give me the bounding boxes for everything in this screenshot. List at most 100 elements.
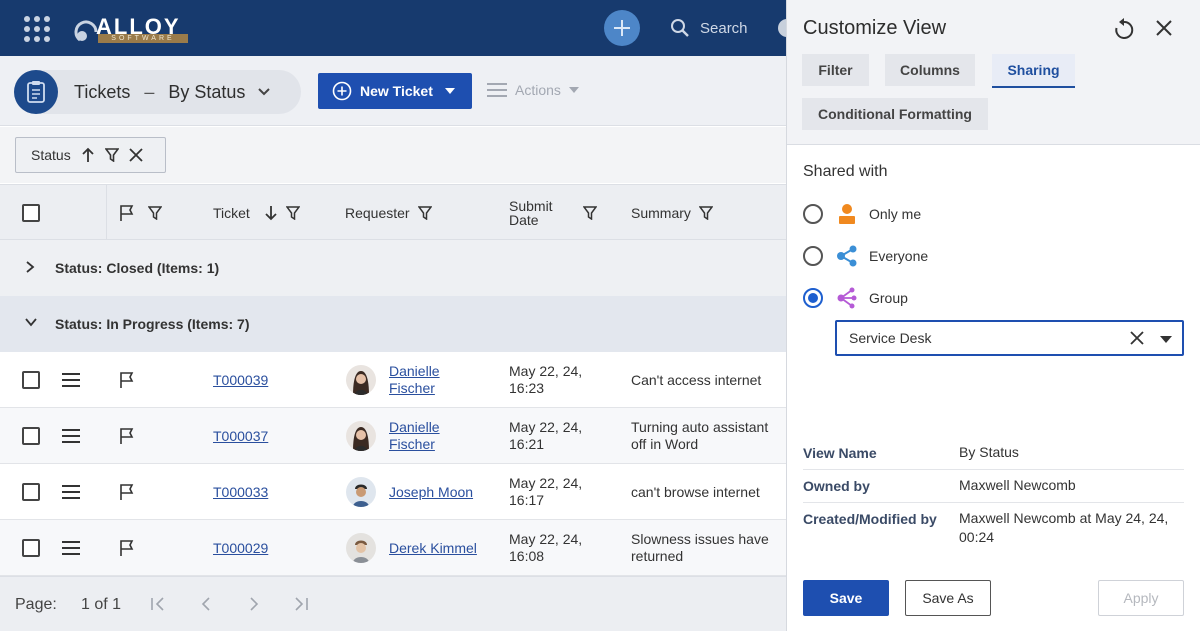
flag-icon[interactable] [118, 483, 136, 501]
sort-ascending-icon[interactable] [81, 147, 95, 163]
requester-link[interactable]: Joseph Moon [389, 484, 473, 500]
group-select[interactable]: Service Desk [835, 320, 1184, 356]
summary-text: Slowness issues have returned [631, 531, 769, 564]
chip-label: Status [31, 147, 71, 163]
requester-link[interactable]: Danielle Fischer [389, 419, 440, 453]
column-submit-date[interactable]: Submit Date [509, 199, 553, 227]
reset-icon[interactable] [1114, 18, 1134, 40]
info-owned-by: Owned by Maxwell Newcomb [803, 470, 1184, 503]
tab-sharing[interactable]: Sharing [992, 54, 1075, 88]
table-row[interactable]: T000029 Derek Kimmel May 22, 24, 16:08 Sl… [0, 520, 790, 576]
menu-icon [487, 83, 507, 97]
group-label: Status: In Progress (Items: 7) [55, 316, 250, 332]
view-selector[interactable]: Tickets – By Status [14, 70, 301, 114]
column-requester[interactable]: Requester [345, 205, 410, 221]
apps-grid-icon[interactable] [24, 16, 50, 42]
tab-filter[interactable]: Filter [802, 54, 869, 86]
chevron-down-icon [258, 88, 271, 96]
drag-handle-icon[interactable] [61, 485, 81, 499]
group-label: Status: Closed (Items: 1) [55, 260, 220, 276]
option-group[interactable]: Group [803, 284, 908, 312]
filter-icon[interactable] [417, 206, 432, 220]
caret-down-icon [444, 88, 455, 94]
column-ticket[interactable]: Ticket [213, 205, 250, 221]
row-checkbox[interactable] [22, 427, 40, 445]
flag-icon[interactable] [118, 427, 136, 445]
customize-view-panel: Customize View Filter Columns Sharing Co… [786, 0, 1200, 631]
requester-link[interactable]: Danielle Fischer [389, 363, 440, 397]
filter-icon[interactable] [148, 206, 162, 220]
tab-conditional-formatting[interactable]: Conditional Formatting [802, 98, 988, 130]
grid-header: Ticket Requester Submit Date Summary [0, 184, 790, 241]
table-row[interactable]: T000039 Danielle Fischer May 22, 24, 16:23… [0, 352, 790, 408]
requester-link[interactable]: Derek Kimmel [389, 540, 477, 556]
page-title: Tickets [74, 81, 131, 102]
first-page-icon[interactable] [150, 597, 166, 611]
table-row[interactable]: T000033 Joseph Moon May 22, 24, 16:17 can… [0, 464, 790, 520]
save-button[interactable]: Save [803, 580, 889, 616]
group-row-in-progress[interactable]: Status: In Progress (Items: 7) [0, 296, 790, 352]
drag-handle-icon[interactable] [61, 429, 81, 443]
row-checkbox[interactable] [22, 483, 40, 501]
ticket-link[interactable]: T000033 [213, 484, 268, 500]
option-only-me[interactable]: Only me [803, 200, 921, 228]
new-ticket-label: New Ticket [360, 83, 433, 99]
quick-add-button[interactable] [604, 10, 640, 46]
avatar [346, 365, 376, 395]
drag-handle-icon[interactable] [61, 541, 81, 555]
panel-title: Customize View [803, 17, 947, 39]
option-label: Everyone [869, 248, 929, 264]
filter-icon[interactable] [582, 206, 597, 220]
shared-with-label: Shared with [803, 163, 888, 180]
avatar [346, 533, 376, 563]
flag-icon[interactable] [118, 371, 136, 389]
search-button[interactable]: Search [670, 18, 748, 38]
caret-down-icon[interactable] [1160, 336, 1172, 343]
row-checkbox[interactable] [22, 371, 40, 389]
actions-menu[interactable]: Actions [487, 82, 579, 98]
status-group-chip[interactable]: Status [15, 137, 166, 173]
column-summary[interactable]: Summary [631, 205, 691, 221]
close-icon[interactable] [129, 148, 143, 162]
summary-text: Turning auto assistant off in Word [631, 419, 769, 452]
drag-handle-icon[interactable] [61, 373, 81, 387]
filter-icon[interactable] [104, 148, 119, 162]
search-icon [671, 19, 689, 37]
clear-icon[interactable] [1130, 331, 1144, 345]
flag-icon[interactable] [118, 539, 136, 557]
group-row-closed[interactable]: Status: Closed (Items: 1) [0, 240, 790, 296]
filter-icon[interactable] [698, 206, 713, 220]
apply-button[interactable]: Apply [1098, 580, 1184, 616]
group-select-value: Service Desk [849, 330, 932, 346]
share-icon [835, 244, 859, 268]
new-ticket-button[interactable]: New Ticket [318, 73, 472, 109]
last-page-icon[interactable] [293, 597, 309, 611]
info-value: Maxwell Newcomb [959, 477, 1076, 493]
row-checkbox[interactable] [22, 539, 40, 557]
radio-everyone[interactable] [803, 246, 823, 266]
table-row[interactable]: T000037 Danielle Fischer May 22, 24, 16:21… [0, 408, 790, 464]
tab-columns[interactable]: Columns [885, 54, 975, 86]
person-icon [835, 202, 859, 226]
select-all-checkbox[interactable] [22, 185, 40, 241]
page-header: Tickets – By Status New Ticket Actions [0, 56, 790, 126]
option-everyone[interactable]: Everyone [803, 242, 928, 270]
next-page-icon[interactable] [248, 597, 260, 611]
logo-subtext: SOFTWARE [98, 34, 188, 43]
save-as-button[interactable]: Save As [905, 580, 991, 616]
ticket-link[interactable]: T000039 [213, 372, 268, 388]
submit-date: May 22, 24, 16:23 [509, 363, 583, 396]
radio-group[interactable] [803, 288, 823, 308]
pager-label: Page: [15, 596, 57, 613]
info-key: View Name [803, 445, 877, 461]
filter-icon[interactable] [285, 206, 300, 220]
prev-page-icon[interactable] [200, 597, 212, 611]
search-label: Search [700, 19, 748, 37]
close-icon[interactable] [1156, 20, 1172, 36]
caret-down-icon [568, 87, 579, 93]
radio-only-me[interactable] [803, 204, 823, 224]
ticket-link[interactable]: T000037 [213, 428, 268, 444]
submit-date: May 22, 24, 16:08 [509, 531, 583, 564]
ticket-link[interactable]: T000029 [213, 540, 268, 556]
sort-descending-icon[interactable] [264, 205, 278, 221]
